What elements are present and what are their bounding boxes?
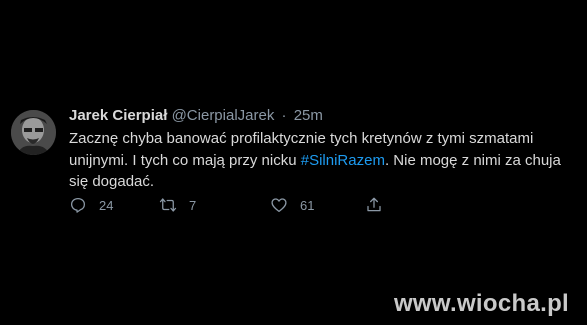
tweet-text: Zacznę chyba banować profilaktycznie tyc…: [69, 128, 579, 193]
tweet-header: Jarek Cierpiał @CierpialJarek · 25m: [69, 107, 323, 125]
author-handle[interactable]: @CierpialJarek: [172, 107, 275, 124]
retweet-icon: [159, 198, 177, 212]
reply-count: 24: [99, 197, 114, 213]
heart-icon: [271, 198, 287, 213]
reply-button[interactable]: 24: [69, 196, 113, 214]
watermark: www.wiocha.pl: [393, 290, 569, 317]
tweet-timestamp[interactable]: 25m: [294, 107, 323, 124]
like-count: 61: [300, 197, 315, 213]
avatar[interactable]: [11, 110, 56, 155]
share-button[interactable]: [365, 196, 383, 214]
like-button[interactable]: 61: [270, 196, 314, 214]
tweet-actions: 24 7 61: [69, 196, 389, 216]
tweet[interactable]: Jarek Cierpiał @CierpialJarek · 25m Zacz…: [0, 0, 587, 325]
separator-dot: ·: [281, 107, 287, 124]
author-name[interactable]: Jarek Cierpiał: [69, 107, 167, 124]
retweet-count: 7: [189, 197, 197, 213]
reply-icon: [70, 197, 86, 213]
hashtag-link[interactable]: #SilniRazem: [301, 152, 385, 169]
share-icon: [367, 197, 381, 212]
retweet-button[interactable]: 7: [159, 196, 196, 214]
avatar-image: [11, 110, 56, 155]
